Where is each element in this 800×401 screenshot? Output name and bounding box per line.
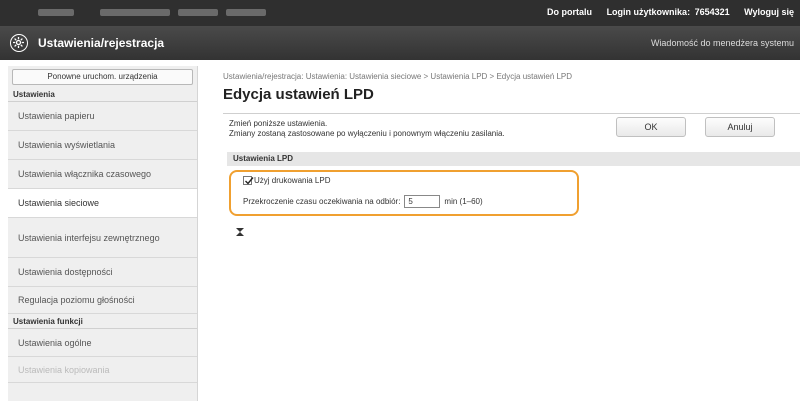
group-header-lpd: Ustawienia LPD bbox=[227, 152, 800, 166]
cancel-button[interactable]: Anuluj bbox=[705, 117, 775, 137]
blurred-text bbox=[38, 9, 74, 16]
description: Zmień poniższe ustawienia. Zmiany zostan… bbox=[229, 119, 505, 139]
sidebar-item-accessibility[interactable]: Ustawienia dostępności bbox=[8, 258, 197, 287]
sidebar-item-general[interactable]: Ustawienia ogólne bbox=[8, 329, 197, 357]
login-label-text: Login użytkownika: bbox=[606, 7, 691, 17]
login-label: Login użytkownika: 7654321 bbox=[607, 7, 730, 17]
login-id: 7654321 bbox=[694, 7, 730, 17]
sidebar-item-display[interactable]: Ustawienia wyświetlania bbox=[8, 131, 197, 160]
settings-logo-icon bbox=[10, 34, 28, 52]
blurred-text bbox=[178, 9, 218, 16]
sidebar-item-paper[interactable]: Ustawienia papieru bbox=[8, 102, 197, 131]
use-lpd-row: Użyj drukowania LPD bbox=[243, 176, 330, 185]
sidebar-item-volume[interactable]: Regulacja poziomu głośności bbox=[8, 287, 197, 314]
description-line-1: Zmień poniższe ustawienia. bbox=[229, 119, 328, 128]
main-content: Ustawienia/rejestracja: Ustawienia: Usta… bbox=[223, 66, 800, 236]
timeout-input[interactable]: 5 bbox=[404, 195, 441, 208]
top-bar: Do portalu Login użytkownika: 7654321 Wy… bbox=[0, 0, 800, 26]
sidebar-item-copy[interactable]: Ustawienia kopiowania bbox=[8, 357, 197, 383]
page-title: Edycja ustawień LPD bbox=[223, 86, 374, 103]
timeout-label: Przekroczenie czasu oczekiwania na odbió… bbox=[243, 197, 401, 206]
sidebar-item-network[interactable]: Ustawienia sieciowe bbox=[8, 189, 197, 218]
ok-button[interactable]: OK bbox=[616, 117, 686, 137]
blurred-text bbox=[100, 9, 170, 16]
page-header-title: Ustawienia/rejestracja bbox=[38, 36, 165, 50]
breadcrumb: Ustawienia/rejestracja: Ustawienia: Usta… bbox=[223, 72, 573, 81]
title-bar: Ustawienia/rejestracja Wiadomość do mene… bbox=[0, 26, 800, 60]
use-lpd-label: Użyj drukowania LPD bbox=[254, 176, 331, 185]
timeout-unit: min (1–60) bbox=[444, 197, 483, 206]
timeout-row: Przekroczenie czasu oczekiwania na odbió… bbox=[243, 195, 483, 208]
system-message-link[interactable]: Wiadomość do menedżera systemu bbox=[651, 38, 794, 48]
blurred-text bbox=[226, 9, 266, 16]
sidebar: Ponowne uruchom. urządzenia Ustawienia U… bbox=[8, 66, 198, 401]
portal-link[interactable]: Do portalu bbox=[547, 7, 592, 17]
description-line-2: Zmiany zostaną zastosowane po wyłączeniu… bbox=[229, 129, 505, 138]
sidebar-heading-functions: Ustawienia funkcji bbox=[8, 314, 197, 329]
sidebar-item-external-interface[interactable]: Ustawienia interfejsu zewnętrznego bbox=[8, 218, 197, 258]
restart-device-button[interactable]: Ponowne uruchom. urządzenia bbox=[12, 69, 193, 85]
collapse-icon[interactable] bbox=[235, 227, 245, 237]
top-links: Do portalu Login użytkownika: 7654321 Wy… bbox=[535, 7, 794, 17]
sidebar-item-timer[interactable]: Ustawienia włącznika czasowego bbox=[8, 160, 197, 189]
logout-link[interactable]: Wyloguj się bbox=[744, 7, 794, 17]
divider bbox=[223, 113, 800, 114]
use-lpd-checkbox[interactable] bbox=[243, 176, 254, 185]
checkmark-icon bbox=[245, 177, 254, 185]
sidebar-heading-settings: Ustawienia bbox=[8, 87, 197, 102]
